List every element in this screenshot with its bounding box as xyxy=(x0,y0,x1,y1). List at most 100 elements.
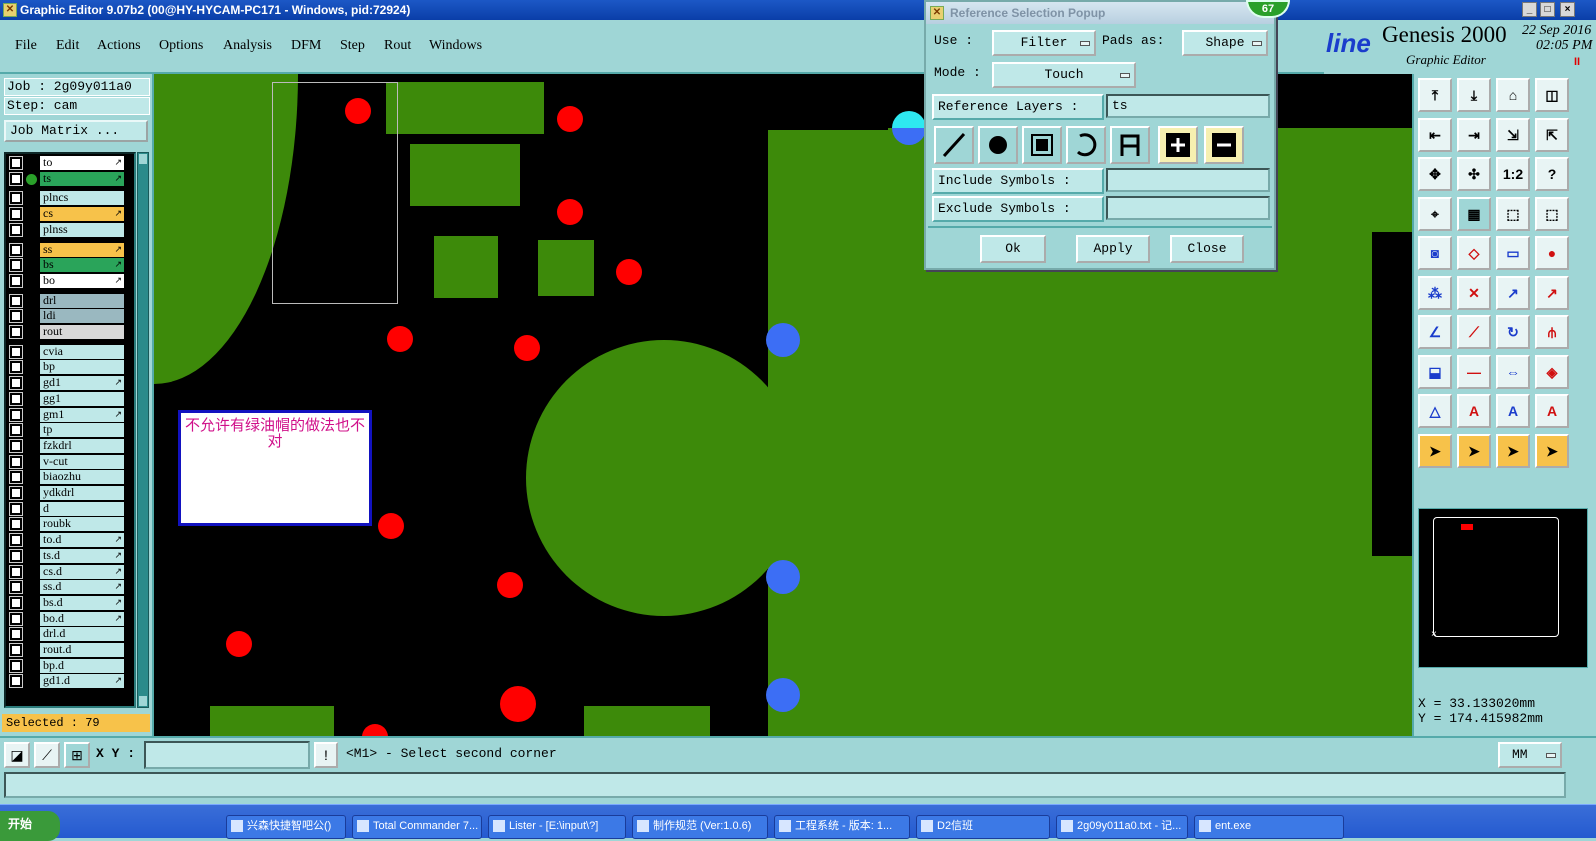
menu-rout[interactable]: Rout xyxy=(384,38,411,54)
minimize-button[interactable]: _ xyxy=(1522,2,1537,17)
layer-row[interactable]: rout.d xyxy=(8,643,134,657)
layer-name[interactable]: bo ↗ xyxy=(40,273,124,288)
layer-row[interactable]: drl xyxy=(8,293,134,308)
layer-checkbox[interactable] xyxy=(9,517,23,532)
pointer-path-icon[interactable]: ➤ xyxy=(1535,433,1569,468)
layer-checkbox[interactable] xyxy=(9,595,23,610)
layer-name[interactable]: d xyxy=(40,501,124,516)
layer-checkbox[interactable] xyxy=(9,470,23,485)
pan-left-icon[interactable]: ⇤ xyxy=(1418,117,1452,152)
negative-polarity-icon[interactable] xyxy=(1204,126,1244,164)
layer-row[interactable]: cs ↗ xyxy=(8,207,134,222)
exclude-symbols-input[interactable] xyxy=(1106,196,1270,220)
layer-checkbox[interactable] xyxy=(9,273,23,288)
menu-step[interactable]: Step xyxy=(340,38,365,54)
taskbar-item[interactable]: Total Commander 7... xyxy=(352,815,482,839)
layer-row[interactable]: to.d ↗ xyxy=(8,533,134,548)
start-button[interactable]: 开始 xyxy=(0,811,60,841)
reference-layers-input[interactable]: ts xyxy=(1106,94,1270,118)
taskbar-item[interactable]: 制作规范 (Ver:1.0.6) xyxy=(632,815,768,839)
snap-icon[interactable]: ⌖ xyxy=(1418,196,1452,231)
record-icon[interactable]: ◙ xyxy=(1418,236,1452,270)
pointer-icon[interactable]: ➤ xyxy=(1418,433,1452,468)
align-icon[interactable]: ◈ xyxy=(1535,354,1569,389)
mirror-icon[interactable]: ⫛ xyxy=(1535,315,1569,349)
menu-file[interactable]: File xyxy=(15,38,37,54)
surface-symbol-icon[interactable] xyxy=(1022,126,1062,164)
layer-row[interactable]: rout xyxy=(8,325,134,339)
blue-via[interactable] xyxy=(766,323,800,357)
rotate-icon[interactable]: ↻ xyxy=(1496,315,1530,349)
taskbar-item[interactable]: 工程系统 - 版本: 1... xyxy=(774,815,910,839)
layer-row[interactable]: roubk xyxy=(8,517,134,532)
blue-via[interactable] xyxy=(892,111,926,145)
xy-input[interactable] xyxy=(144,741,310,769)
red-pad[interactable] xyxy=(387,326,413,352)
pause-icon[interactable]: II xyxy=(1574,56,1580,68)
layer-row[interactable]: d xyxy=(8,501,134,516)
layer-row[interactable]: gm1 ↗ xyxy=(8,407,134,422)
apply-button[interactable]: Apply xyxy=(1076,235,1150,263)
triangle-icon[interactable]: △ xyxy=(1418,394,1452,428)
layer-checkbox[interactable] xyxy=(9,611,23,626)
triangle-c-icon[interactable]: A xyxy=(1535,394,1569,428)
mode-dropdown[interactable]: Touch xyxy=(992,62,1136,88)
close-window-button[interactable]: × xyxy=(1560,2,1575,17)
maximize-button[interactable]: □ xyxy=(1540,2,1555,17)
help-icon[interactable]: ? xyxy=(1535,157,1569,191)
layer-row[interactable]: ldi xyxy=(8,309,134,324)
zoom-home-icon[interactable]: ⤒ xyxy=(1418,78,1452,112)
triangle-a-icon[interactable]: A xyxy=(1457,394,1491,428)
layer-checkbox[interactable] xyxy=(9,293,23,308)
measure-icon[interactable]: ⟋ xyxy=(34,742,60,768)
layer-name[interactable]: ydkdrl xyxy=(40,486,124,500)
layer-name[interactable]: cs.d ↗ xyxy=(40,564,124,579)
scale-1-2-icon[interactable]: 1:2 xyxy=(1496,157,1530,191)
layer-row[interactable]: plncs xyxy=(8,191,134,206)
layer-name[interactable]: gd1 ↗ xyxy=(40,376,124,391)
menu-windows[interactable]: Windows xyxy=(429,38,482,54)
pointer-box-icon[interactable]: ➤ xyxy=(1457,433,1491,468)
taskbar-item[interactable]: D2信班 xyxy=(916,815,1050,839)
layer-checkbox[interactable] xyxy=(9,391,23,406)
layer-name[interactable]: to ↗ xyxy=(40,156,124,170)
menu-analysis[interactable]: Analysis xyxy=(223,38,272,54)
layer-checkbox[interactable] xyxy=(9,344,23,359)
positive-polarity-icon[interactable] xyxy=(1158,126,1198,164)
layer-row[interactable]: gg1 xyxy=(8,391,134,406)
taskbar-item[interactable]: 兴森快捷智吧公() xyxy=(226,815,346,839)
scroll-down-arrow-icon[interactable] xyxy=(139,696,147,706)
layer-checkbox[interactable] xyxy=(9,454,23,469)
ok-button[interactable]: Ok xyxy=(980,235,1046,263)
layer-name[interactable]: cvia xyxy=(40,344,124,359)
menu-actions[interactable]: Actions xyxy=(97,38,141,54)
zoom-in-icon[interactable]: ⇲ xyxy=(1496,117,1530,152)
layer-name[interactable]: ts.d ↗ xyxy=(40,548,124,563)
layer-checkbox[interactable] xyxy=(9,191,23,206)
layer-name[interactable]: rout.d xyxy=(40,643,124,657)
red-pad[interactable] xyxy=(500,686,536,722)
job-matrix-button[interactable]: Job Matrix ... xyxy=(4,120,148,142)
red-pad[interactable] xyxy=(226,631,252,657)
layer-checkbox[interactable] xyxy=(9,658,23,673)
zoom-center-icon[interactable]: ✣ xyxy=(1457,157,1491,191)
layer-checkbox[interactable] xyxy=(9,156,23,170)
grid-snap-icon[interactable]: ⊞ xyxy=(64,742,90,768)
layer-name[interactable]: drl xyxy=(40,293,124,308)
zoom-out-icon[interactable]: ⇱ xyxy=(1535,117,1569,152)
pan-right-icon[interactable]: ⇥ xyxy=(1457,117,1491,152)
grid-icon[interactable]: ▦ xyxy=(1457,196,1491,231)
layer-name[interactable]: rout xyxy=(40,325,124,339)
layer-checkbox[interactable] xyxy=(9,376,23,391)
layer-name[interactable]: gd1.d ↗ xyxy=(40,674,124,689)
scroll-up-arrow-icon[interactable] xyxy=(139,154,147,164)
taskbar-item[interactable]: ent.exe xyxy=(1194,815,1344,839)
include-symbols-input[interactable] xyxy=(1106,168,1270,192)
pad-icon[interactable]: ● xyxy=(1535,236,1569,270)
layer-name[interactable]: bp.d xyxy=(40,658,124,673)
layer-row[interactable]: plnss xyxy=(8,222,134,237)
close-button[interactable]: Close xyxy=(1170,235,1244,263)
layer-name[interactable]: biaozhu xyxy=(40,470,124,485)
layer-row[interactable]: drl.d xyxy=(8,627,134,642)
layer-row[interactable]: fzkdrl xyxy=(8,438,134,453)
